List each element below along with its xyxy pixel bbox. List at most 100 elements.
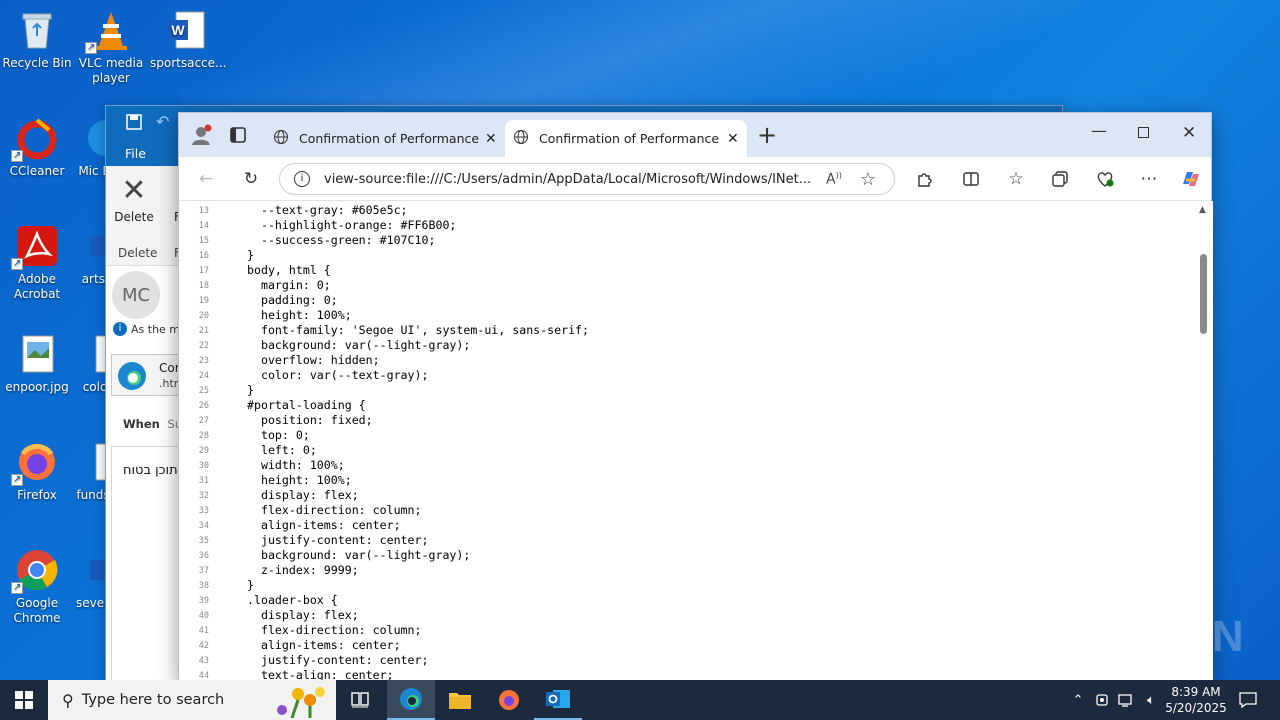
- address-bar[interactable]: i view-source:file:///C:/Users/admin/App…: [279, 163, 895, 195]
- firefox-icon: [499, 690, 519, 710]
- info-bar: i As the me: [113, 322, 187, 336]
- start-button[interactable]: [0, 680, 48, 720]
- taskbar: ⚲ Type here to search ⌃ 🔈︎ 8:39 AM 5/20/…: [0, 680, 1280, 720]
- desktop-icon-sportsacce-doc[interactable]: W sportsacce...: [150, 8, 226, 71]
- edge-browser-window: Confirmation of Performance ✕ Confirmati…: [178, 112, 1213, 683]
- line-number: 14: [198, 221, 209, 231]
- site-info-icon[interactable]: i: [294, 171, 310, 187]
- refresh-icon[interactable]: ↻: [236, 164, 266, 194]
- network-icon[interactable]: [1116, 680, 1136, 720]
- search-icon: ⚲: [62, 690, 74, 710]
- line-number: 34: [198, 521, 209, 531]
- desktop-icon-google-chrome[interactable]: Google Chrome: [1, 548, 73, 626]
- taskbar-outlook[interactable]: [534, 680, 582, 720]
- vertical-scrollbar[interactable]: ▲: [1197, 201, 1211, 683]
- source-line: 18 margin: 0;: [179, 278, 331, 293]
- line-number: 31: [198, 476, 209, 486]
- source-line: 21 font-family: 'Segoe UI', system-ui, s…: [179, 323, 589, 338]
- extensions-icon[interactable]: [909, 164, 939, 194]
- outlook-icon: [546, 690, 570, 708]
- source-line: 30 width: 100%;: [179, 458, 345, 473]
- desktop-icon-ccleaner[interactable]: CCleaner: [1, 116, 73, 179]
- undo-icon[interactable]: ↶: [156, 112, 169, 131]
- line-text: position: fixed;: [247, 413, 373, 427]
- desktop-icon-vlc[interactable]: VLC media player: [75, 8, 147, 86]
- desktop-icon-firefox[interactable]: Firefox: [1, 440, 73, 503]
- vlc-cone-icon: [85, 8, 133, 55]
- taskbar-file-explorer[interactable]: [436, 680, 484, 720]
- line-number: 15: [198, 236, 209, 246]
- notifications-button[interactable]: [1232, 680, 1264, 720]
- taskbar-firefox[interactable]: [485, 680, 533, 720]
- save-icon[interactable]: [126, 114, 142, 134]
- shortcut-arrow-icon: [11, 148, 23, 163]
- line-number: 21: [198, 326, 209, 336]
- source-line: 14 --highlight-orange: #FF6B00;: [179, 218, 457, 233]
- desktop-icon-enpoor-jpg[interactable]: enpoor.jpg: [1, 332, 73, 395]
- line-text: flex-direction: column;: [247, 623, 422, 637]
- shortcut-arrow-icon: [11, 256, 23, 271]
- line-number: 16: [198, 251, 209, 261]
- show-hidden-icons-chevron[interactable]: ⌃: [1068, 680, 1088, 720]
- delete-group-label: Delete: [118, 246, 158, 260]
- close-tab-icon[interactable]: ✕: [485, 131, 497, 147]
- scrollbar-thumb[interactable]: [1200, 254, 1207, 334]
- sender-avatar: MC: [112, 271, 160, 319]
- line-number: 20: [198, 311, 209, 321]
- browser-essentials-icon[interactable]: [1090, 164, 1120, 194]
- taskbar-edge[interactable]: [387, 680, 435, 720]
- favorite-star-icon[interactable]: ☆: [860, 169, 876, 190]
- copilot-icon[interactable]: [1175, 164, 1205, 194]
- address-text[interactable]: view-source:file:///C:/Users/admin/AppDa…: [324, 172, 814, 187]
- windows-logo-icon: [15, 691, 33, 709]
- read-aloud-icon[interactable]: A)): [826, 171, 842, 188]
- line-text: body, html {: [247, 263, 331, 277]
- close-window-icon[interactable]: ✕: [1182, 123, 1196, 143]
- tab-confirmation-1[interactable]: Confirmation of Performance ✕: [265, 120, 501, 157]
- line-number: 18: [198, 281, 209, 291]
- new-tab-icon[interactable]: +: [757, 121, 777, 149]
- line-text: align-items: center;: [247, 638, 401, 652]
- line-text: height: 100%;: [247, 473, 352, 487]
- delete-button[interactable]: ✕ Delete: [114, 176, 154, 225]
- device-icon[interactable]: [1092, 680, 1112, 720]
- profile-avatar-icon[interactable]: [189, 123, 213, 151]
- line-number: 39: [198, 596, 209, 606]
- image-file-icon: [15, 332, 59, 376]
- more-options-icon[interactable]: ⋯: [1134, 164, 1164, 194]
- line-number: 22: [198, 341, 209, 351]
- line-text: display: flex;: [247, 608, 359, 622]
- shortcut-arrow-icon: [85, 40, 97, 55]
- taskbar-search-box[interactable]: ⚲ Type here to search: [48, 680, 336, 720]
- collections-icon[interactable]: [1045, 164, 1075, 194]
- tab-title: Confirmation of Performance: [299, 131, 479, 146]
- tab-confirmation-2[interactable]: Confirmation of Performance Por ✕: [505, 120, 747, 157]
- source-line: 22 background: var(--light-gray);: [179, 338, 471, 353]
- line-text: margin: 0;: [247, 278, 331, 292]
- split-screen-icon[interactable]: [956, 164, 986, 194]
- file-tab[interactable]: File: [125, 146, 146, 161]
- close-tab-icon[interactable]: ✕: [727, 131, 739, 147]
- source-line: 24 color: var(--text-gray);: [179, 368, 429, 383]
- scroll-up-arrow-icon[interactable]: ▲: [1199, 205, 1206, 215]
- source-line: 34 align-items: center;: [179, 518, 401, 533]
- clock-time: 8:39 AM: [1171, 685, 1221, 699]
- desktop-icon-adobe-acrobat[interactable]: Adobe Acrobat: [1, 224, 73, 302]
- maximize-icon[interactable]: [1138, 127, 1149, 138]
- desktop-icon-recycle-bin[interactable]: Recycle Bin: [1, 8, 73, 71]
- line-number: 43: [198, 656, 209, 666]
- favorites-icon[interactable]: ☆: [1001, 164, 1031, 194]
- message-body: התוכן בטוח: [111, 446, 186, 686]
- back-arrow-icon[interactable]: ←: [191, 164, 221, 194]
- minimize-icon[interactable]: —: [1091, 121, 1107, 140]
- line-number: 17: [198, 266, 209, 276]
- anyrun-watermark: ANY RUN: [1038, 612, 1245, 661]
- globe-icon: [513, 129, 529, 148]
- clock[interactable]: 8:39 AM 5/20/2025: [1164, 680, 1228, 720]
- line-number: 27: [198, 416, 209, 426]
- line-text: justify-content: center;: [247, 533, 429, 547]
- task-view-button[interactable]: [340, 680, 380, 720]
- volume-icon[interactable]: 🔈︎: [1140, 680, 1162, 720]
- source-line: 41 flex-direction: column;: [179, 623, 422, 638]
- tab-actions-icon[interactable]: [229, 126, 247, 148]
